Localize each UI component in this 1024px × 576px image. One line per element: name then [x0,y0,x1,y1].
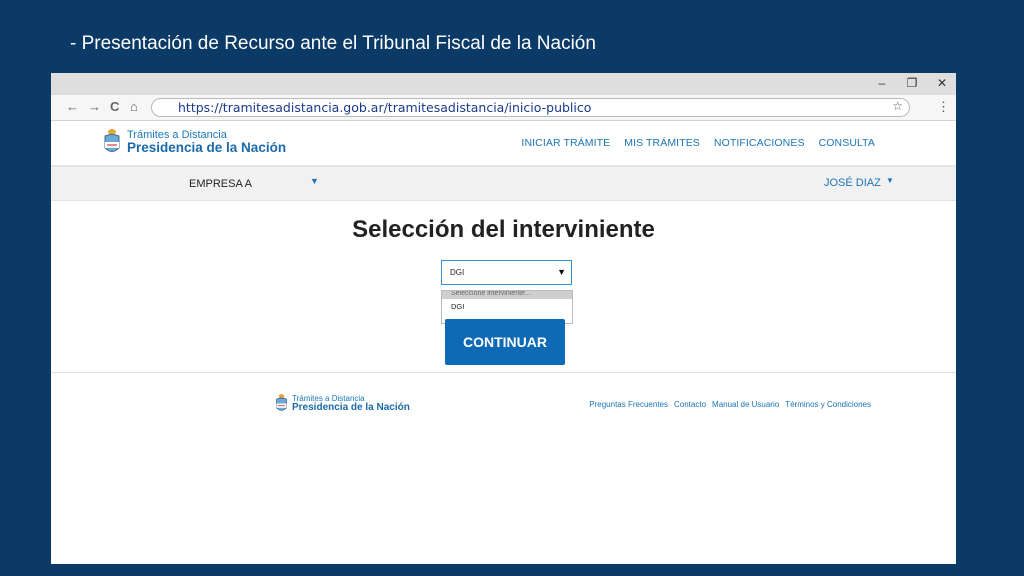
browser-menu-icon[interactable]: ⋮ [937,99,950,115]
footer-link-faq[interactable]: Preguntas Frecuentes [589,400,668,409]
close-icon[interactable]: ✕ [934,76,950,90]
user-menu[interactable]: JOSÉ DIAZ [824,177,881,189]
browser-toolbar: ← → C ⌂ https://tramitesadistancia.gob.a… [51,95,956,121]
account-bar: EMPRESA A ▼ JOSÉ DIAZ ▼ [51,167,956,201]
coat-of-arms-icon [276,394,287,411]
bookmark-star-icon[interactable]: ☆ [892,99,903,113]
back-icon[interactable]: ← [66,99,79,114]
company-selector[interactable]: EMPRESA A [189,178,252,190]
footer-link-manual[interactable]: Manual de Usuario [712,400,779,409]
coat-of-arms-icon [104,129,120,152]
address-bar[interactable]: https://tramitesadistancia.gob.ar/tramit… [151,98,910,117]
chevron-down-icon: ▼ [557,267,566,277]
forward-icon[interactable]: → [88,99,101,114]
browser-titlebar: – ❐ ✕ [51,73,956,95]
nav-mis-tramites[interactable]: MIS TRÁMITES [624,137,700,149]
site-logo[interactable]: Trámites a Distancia Presidencia de la N… [103,128,286,156]
reload-icon[interactable]: C [110,99,119,114]
url-text[interactable]: https://tramitesadistancia.gob.ar/tramit… [178,100,591,115]
footer: Trámites a Distancia Presidencia de la N… [51,372,956,433]
footer-logo-line-2: Presidencia de la Nación [292,401,410,413]
chevron-down-icon[interactable]: ▼ [310,176,319,186]
site-header: Trámites a Distancia Presidencia de la N… [51,121,956,167]
footer-link-terms[interactable]: Términos y Condiciones [785,400,871,409]
nav-iniciar-tramite[interactable]: INICIAR TRÁMITE [521,137,610,149]
select-value: DGI [450,268,465,277]
nav-consulta[interactable]: CONSULTA [819,137,875,149]
slide-title: - Presentación de Recurso ante el Tribun… [70,33,596,54]
interviniente-select[interactable]: DGI ▼ [441,260,572,285]
browser-window: – ❐ ✕ ← → C ⌂ https://tramitesadistancia… [51,73,956,564]
nav-notificaciones[interactable]: NOTIFICACIONES [714,137,805,149]
chevron-down-icon[interactable]: ▼ [886,176,894,185]
home-icon[interactable]: ⌂ [130,99,138,114]
footer-links: Preguntas Frecuentes Contacto Manual de … [589,400,871,409]
restore-icon[interactable]: ❐ [904,76,920,90]
footer-link-contact[interactable]: Contacto [674,400,706,409]
minimize-icon[interactable]: – [874,76,890,90]
main-nav: INICIAR TRÁMITE MIS TRÁMITES NOTIFICACIO… [521,137,875,149]
footer-logo[interactable]: Trámites a Distancia Presidencia de la N… [275,393,410,414]
logo-line-2: Presidencia de la Nación [127,139,287,155]
dropdown-option[interactable]: Seleccione interviniente... [442,291,572,299]
continue-button[interactable]: CONTINUAR [445,319,565,365]
page-title: Selección del interviniente [352,216,655,243]
dropdown-option[interactable]: DGI [442,299,572,311]
